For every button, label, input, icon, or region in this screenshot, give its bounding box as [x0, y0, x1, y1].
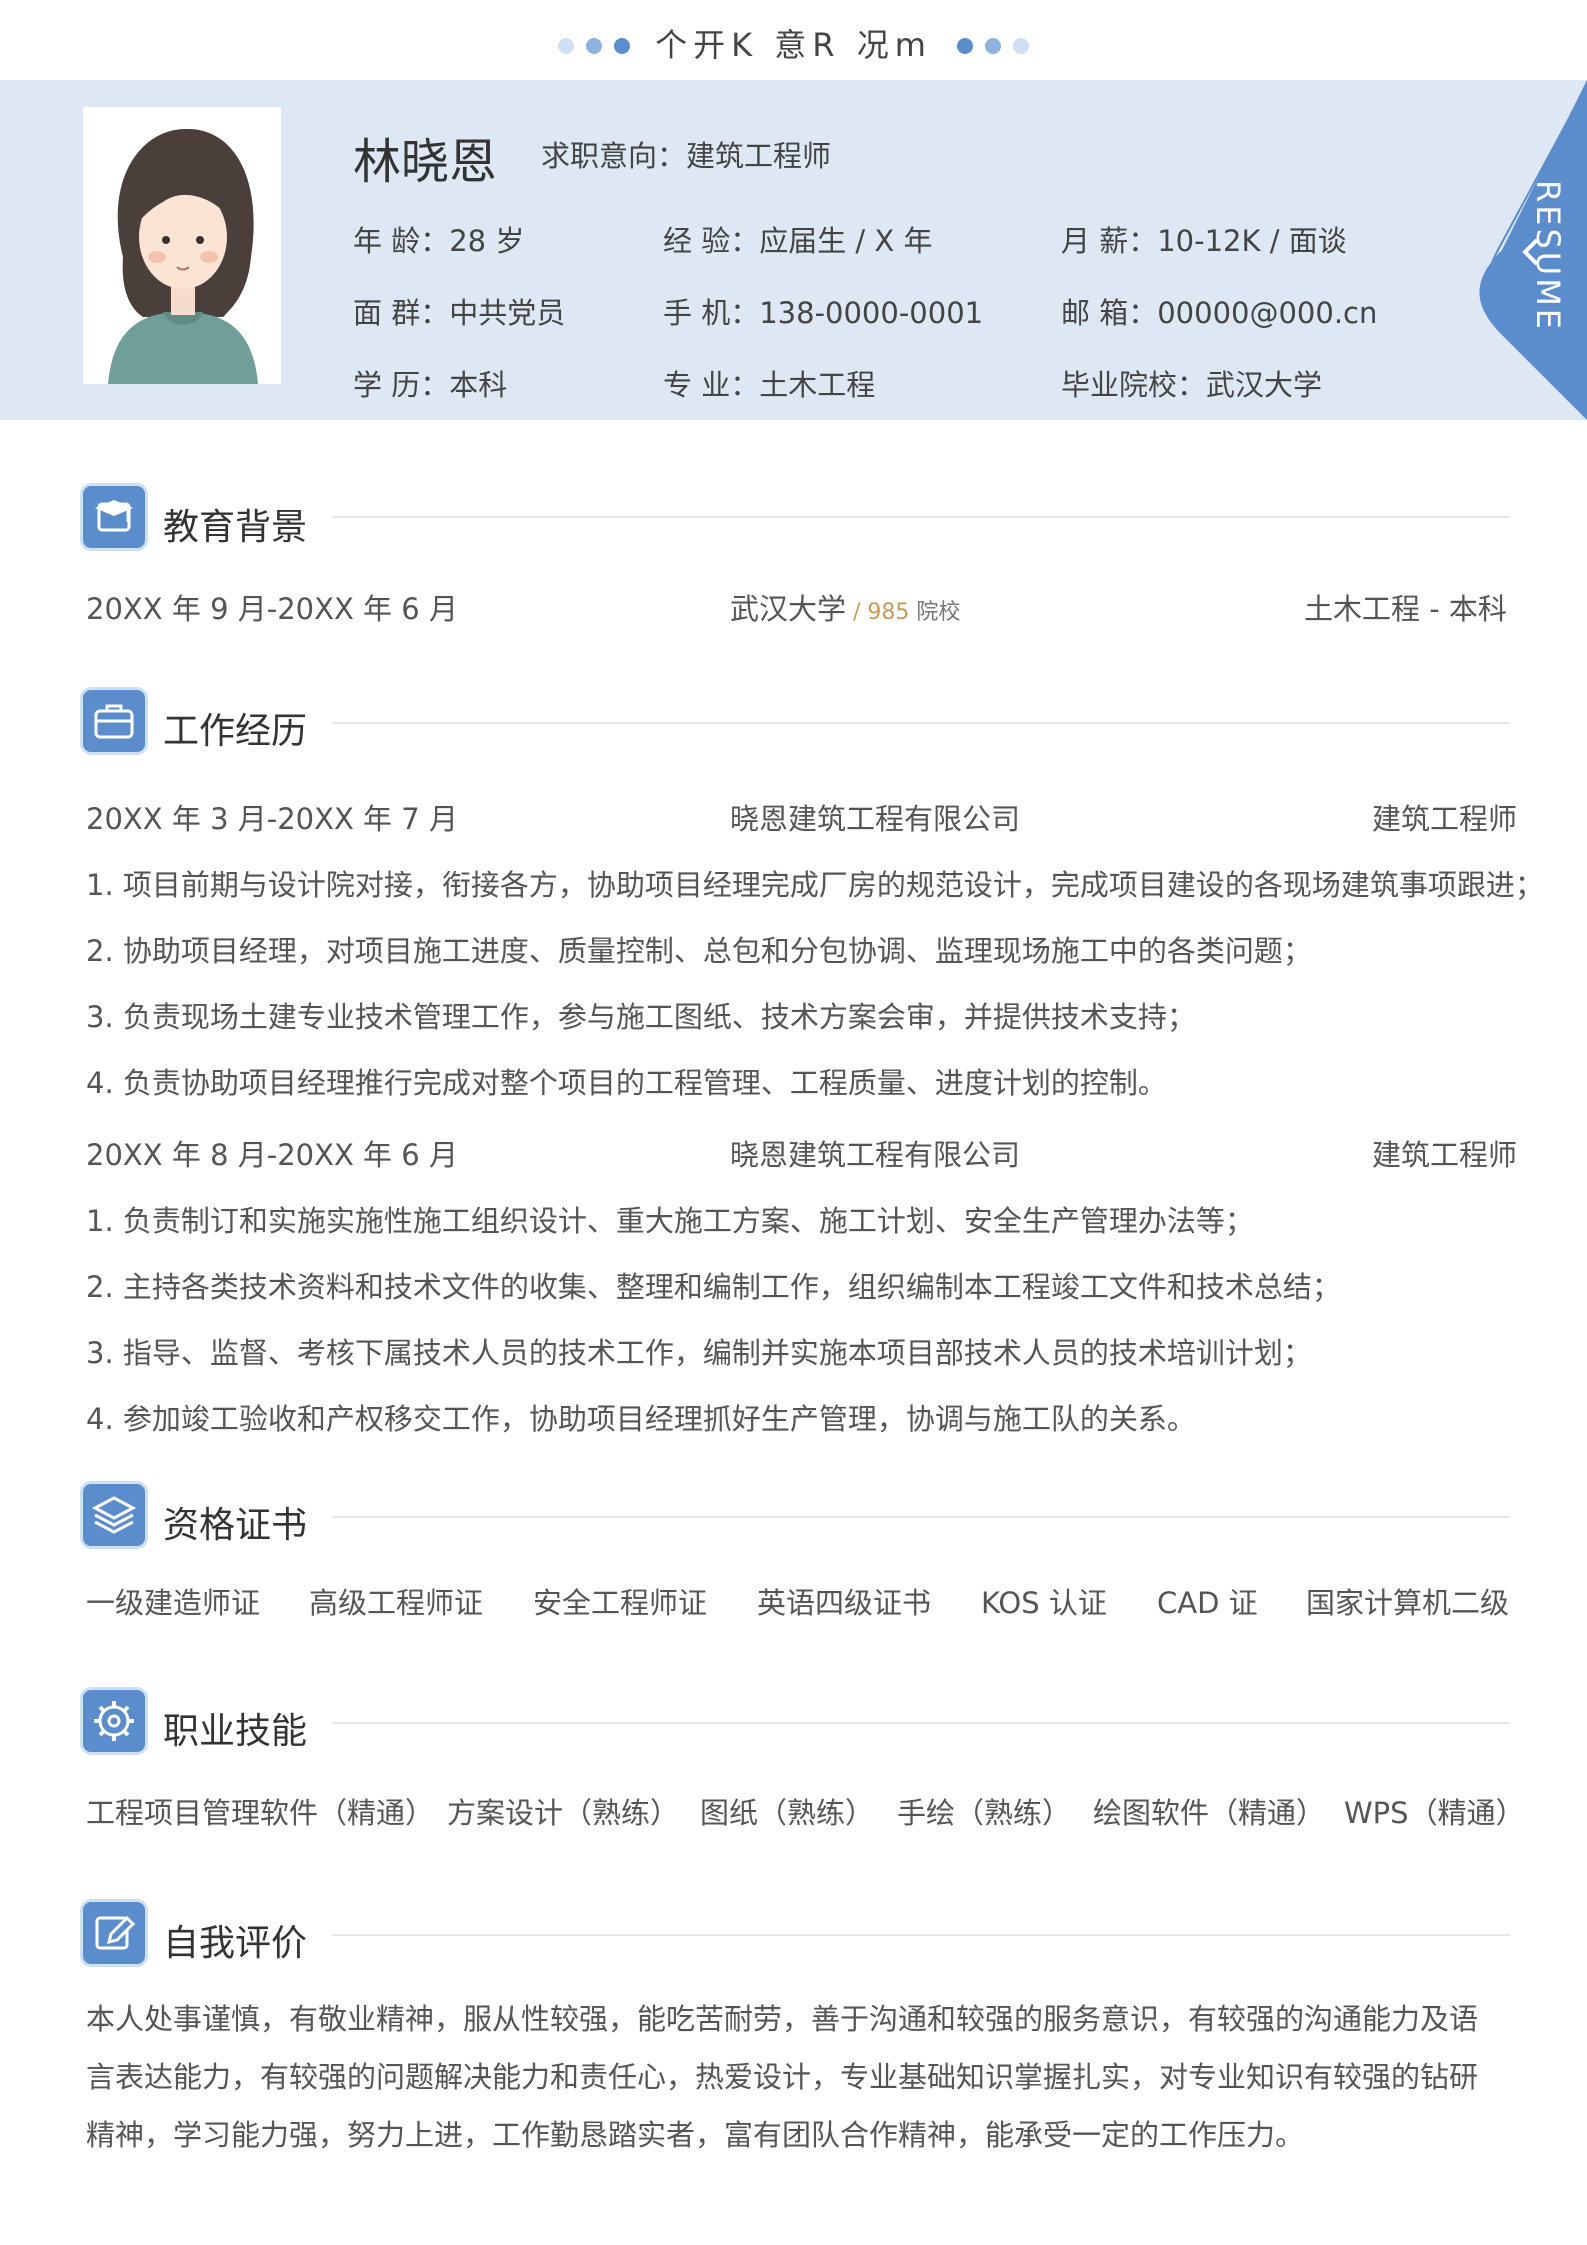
candidate-name: 林晓恩	[353, 134, 498, 190]
cert-item: CAD 证	[1157, 1586, 1258, 1620]
cert-item: 安全工程师证	[533, 1586, 708, 1620]
skill-item: 工程项目管理软件（精通）	[86, 1796, 435, 1830]
info-experience: 经 验：应届生 / X 年	[663, 224, 933, 258]
cert-item: 高级工程师证	[309, 1586, 484, 1620]
section-title-education: 教育背景	[163, 507, 308, 548]
cert-item: KOS 认证	[981, 1586, 1107, 1620]
info-school: 毕业院校：武汉大学	[1061, 368, 1323, 402]
job-duty: 4. 负责协助项目经理推行完成对整个项目的工程管理、工程质量、进度计划的控制。	[86, 1066, 1167, 1100]
layers-icon	[83, 1484, 145, 1546]
info-phone: 手 机：138-0000-0001	[663, 296, 984, 330]
info-degree: 学 历：本科	[353, 368, 508, 402]
job-period: 20XX 年 3 月-20XX 年 7 月	[86, 802, 458, 836]
job-duty: 3. 负责现场土建专业技术管理工作，参与施工图纸、技术方案会审，并提供技术支持；	[86, 1000, 1196, 1034]
divider	[332, 1934, 1510, 1936]
section-title-self-eval: 自我评价	[163, 1923, 308, 1964]
avatar-photo	[83, 107, 281, 384]
job-duty: 2. 主持各类技术资料和技术文件的收集、整理和编制工作，组织编制本工程竣工文件和…	[86, 1270, 1341, 1304]
job-duty: 1. 负责制订和实施实施性施工组织设计、重大施工方案、施工计划、安全生产管理办法…	[86, 1204, 1254, 1238]
briefcase-icon	[83, 690, 145, 752]
job-duty: 2. 协助项目经理，对项目施工进度、质量控制、总包和分包协调、监理现场施工中的各…	[86, 934, 1312, 968]
divider	[332, 516, 1510, 518]
education-school-tag-suffix: 院校	[909, 600, 961, 625]
education-school-tag: / 985	[846, 600, 910, 625]
skill-item: 方案设计（熟练）	[447, 1796, 680, 1830]
info-major: 专 业：土木工程	[663, 368, 876, 402]
info-email: 邮 箱：00000@000.cn	[1061, 296, 1378, 330]
skill-item: 绘图软件（精通）	[1093, 1796, 1326, 1830]
section-title-skills: 职业技能	[163, 1711, 308, 1752]
education-major: 土木工程 - 本科	[1304, 592, 1507, 626]
education-school: 武汉大学 / 985 院校	[730, 586, 960, 628]
job-duty: 1. 项目前期与设计院对接，衔接各方，协助项目经理完成厂房的规范设计，完成项目建…	[86, 868, 1544, 902]
job-role: 建筑工程师	[1372, 802, 1518, 836]
job-intent: 求职意向：建筑工程师	[541, 139, 832, 173]
section-title-certs: 资格证书	[163, 1505, 308, 1546]
graduation-cap-icon	[83, 486, 145, 548]
page-title: 个开K 意R 况m	[655, 26, 932, 64]
divider	[332, 1516, 1510, 1518]
top-bar: 个开K 意R 况m	[0, 0, 1587, 80]
job-company: 晓恩建筑工程有限公司	[730, 802, 1021, 836]
divider	[332, 1722, 1510, 1724]
cert-item: 一级建造师证	[86, 1586, 261, 1620]
cert-item: 英语四级证书	[757, 1586, 932, 1620]
skill-item: 手绘（熟练）	[897, 1796, 1072, 1830]
edit-icon	[83, 1902, 145, 1964]
job-duty: 4. 参加竣工验收和产权移交工作，协助项目经理抓好生产管理，协调与施工队的关系。	[86, 1402, 1196, 1436]
self-eval-text: 本人处事谨慎，有敬业精神，服从性较强，能吃苦耐劳，善于沟通和较强的服务意识，有较…	[86, 2002, 1479, 2152]
avatar-illustration-icon	[83, 107, 281, 384]
education-period: 20XX 年 9 月-20XX 年 6 月	[86, 592, 458, 626]
gear-icon	[83, 1690, 145, 1752]
divider	[332, 722, 1510, 724]
job-role: 建筑工程师	[1372, 1138, 1518, 1172]
info-political: 面 群：中共党员	[353, 296, 566, 330]
info-age: 年 龄：28 岁	[353, 224, 525, 258]
job-period: 20XX 年 8 月-20XX 年 6 月	[86, 1138, 458, 1172]
cert-item: 国家计算机二级	[1306, 1586, 1510, 1620]
job-company: 晓恩建筑工程有限公司	[730, 1138, 1021, 1172]
skill-item: 图纸（熟练）	[700, 1796, 875, 1830]
job-duty: 3. 指导、监督、考核下属技术人员的技术工作，编制并实施本项目部技术人员的技术培…	[86, 1336, 1312, 1370]
skill-item: WPS（精通）	[1344, 1796, 1525, 1830]
resume-ribbon-text: RESUME	[1529, 180, 1567, 333]
section-title-work: 工作经历	[163, 711, 308, 752]
info-salary: 月 薪：10-12K / 面谈	[1061, 224, 1347, 258]
education-school-name: 武汉大学	[730, 592, 847, 626]
